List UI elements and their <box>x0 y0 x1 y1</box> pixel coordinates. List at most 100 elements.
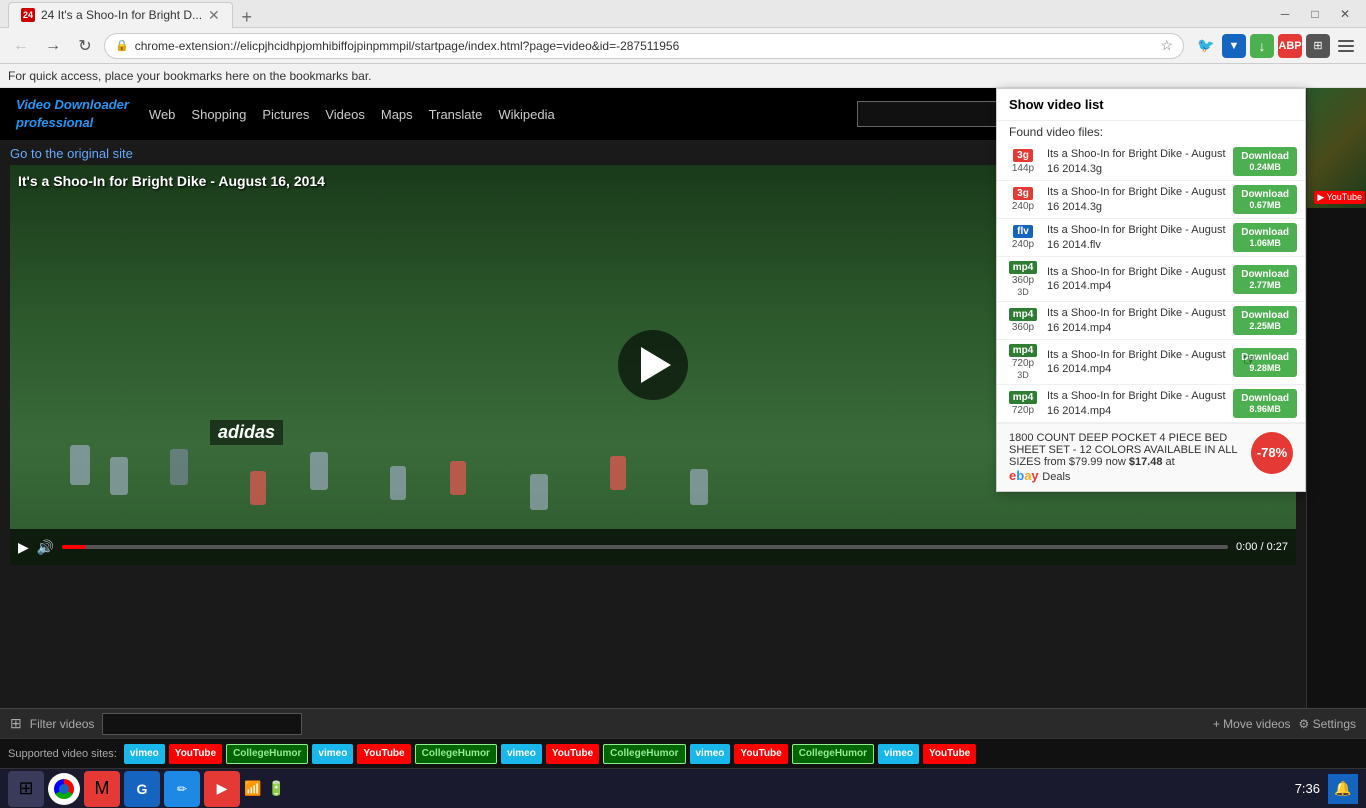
taskbar-clock: 7:36 <box>1295 781 1320 796</box>
clock-time: 7:36 <box>1295 781 1320 796</box>
reload-button[interactable]: ↻ <box>72 33 98 59</box>
download-icon[interactable]: ↓ <box>1250 34 1274 58</box>
format-type-3: flv <box>1013 225 1033 238</box>
filename-3: Its a Shoo-In for Bright Dike - August 1… <box>1047 223 1227 252</box>
video-controls: ▶ 🔊 0:00 / 0:27 <box>10 529 1296 565</box>
bookmarks-bar: For quick access, place your bookmarks h… <box>0 64 1366 88</box>
player-4 <box>250 471 266 505</box>
thumbnail-image[interactable]: ▶ YouTube <box>1307 88 1366 208</box>
close-button[interactable]: ✕ <box>1332 4 1358 24</box>
taskbar-gmail[interactable]: M <box>84 771 120 807</box>
video-row: mp4 360p Its a Shoo-In for Bright Dike -… <box>997 302 1305 340</box>
player-10 <box>690 469 708 505</box>
taskbar-youtube[interactable]: ▶ <box>204 771 240 807</box>
badge-youtube-5: YouTube <box>923 744 976 764</box>
nav-videos[interactable]: Videos <box>325 107 365 122</box>
format-badge-7: mp4 720p <box>1005 391 1041 416</box>
toolbar-icons: 🐦 ▼ ↓ ABP ⊞ <box>1194 34 1358 58</box>
video-title: It's a Shoo-In for Bright Dike - August … <box>18 173 325 189</box>
nav-pictures[interactable]: Pictures <box>262 107 309 122</box>
grid-icon[interactable]: ⊞ <box>10 715 22 732</box>
forward-button[interactable]: → <box>40 33 66 59</box>
twitter-icon[interactable]: 🐦 <box>1194 34 1218 58</box>
download-button-7[interactable]: Download8.96MB <box>1233 389 1297 418</box>
video-row: 3g 240p Its a Shoo-In for Bright Dike - … <box>997 181 1305 219</box>
taskbar-docs[interactable]: ✏ <box>164 771 200 807</box>
bookmarks-bar-text: For quick access, place your bookmarks h… <box>8 69 372 83</box>
nav-wikipedia[interactable]: Wikipedia <box>498 107 554 122</box>
lock-icon: 🔒 <box>115 39 129 52</box>
active-tab[interactable]: 24 24 It's a Shoo-In for Bright D... ✕ <box>8 2 233 28</box>
play-icon <box>641 347 671 383</box>
time-display: 0:00 / 0:27 <box>1236 541 1288 553</box>
panel-title: Show video list <box>997 89 1305 121</box>
youtube-logo: ▶ YouTube <box>1314 191 1365 204</box>
address-bar-container: ← → ↻ 🔒 chrome-extension://elicpjhcidhpj… <box>0 28 1366 64</box>
download-button-5[interactable]: Download2.25MB <box>1233 306 1297 335</box>
filter-label: Filter videos <box>30 717 95 731</box>
nav-translate[interactable]: Translate <box>429 107 483 122</box>
taskbar-sys-icons: 📶 🔋 <box>244 780 285 797</box>
progress-bar[interactable] <box>62 545 1228 549</box>
filename-7: Its a Shoo-In for Bright Dike - August 1… <box>1047 389 1227 418</box>
player-8 <box>530 474 548 510</box>
extension-icon-1[interactable]: ▼ <box>1222 34 1246 58</box>
badge-vimeo-3: vimeo <box>501 744 542 764</box>
taskbar-google[interactable]: G <box>124 771 160 807</box>
taskbar-start[interactable]: ⊞ <box>8 771 44 807</box>
video-row: mp4 360p 3D Its a Shoo-In for Bright Dik… <box>997 257 1305 302</box>
play-button[interactable] <box>618 330 688 400</box>
tab-close-button[interactable]: ✕ <box>208 7 220 24</box>
volume-button[interactable]: 🔊 <box>37 539 54 556</box>
right-thumbnail: ▶ YouTube <box>1306 88 1366 708</box>
badge-youtube-2: YouTube <box>357 744 410 764</box>
settings-button[interactable]: ⚙ Settings <box>1299 717 1356 731</box>
nav-web[interactable]: Web <box>149 107 176 122</box>
ebay-logo: ebay <box>1009 468 1042 483</box>
badge-vimeo-1: vimeo <box>124 744 165 764</box>
player-9 <box>610 456 626 490</box>
download-button-4[interactable]: Download2.77MB <box>1233 265 1297 294</box>
filter-input[interactable] <box>102 713 302 735</box>
minimize-button[interactable]: ─ <box>1272 4 1298 24</box>
tab-bar: 24 24 It's a Shoo-In for Bright D... ✕ + <box>8 0 261 28</box>
taskbar-chrome[interactable] <box>48 773 80 805</box>
nav-maps[interactable]: Maps <box>381 107 413 122</box>
nav-shopping[interactable]: Shopping <box>191 107 246 122</box>
move-videos-button[interactable]: + Move videos <box>1213 717 1291 731</box>
badge-college-4: CollegeHumor <box>792 744 874 764</box>
download-button-6[interactable]: Download9.28MB <box>1233 348 1297 377</box>
download-button-3[interactable]: Download1.06MB <box>1233 223 1297 252</box>
download-button-1[interactable]: Download0.24MB <box>1233 147 1297 176</box>
badge-vimeo-2: vimeo <box>312 744 353 764</box>
tab-title: 24 It's a Shoo-In for Bright D... <box>41 8 202 22</box>
taskbar-notify[interactable]: 🔔 <box>1328 774 1358 804</box>
play-control-button[interactable]: ▶ <box>18 539 29 556</box>
format-badge-4: mp4 360p 3D <box>1005 261 1041 297</box>
player-1 <box>70 445 90 485</box>
maximize-button[interactable]: □ <box>1302 4 1328 24</box>
format-res-3: 240p <box>1012 239 1034 250</box>
adblock-icon[interactable]: ABP <box>1278 34 1302 58</box>
badge-college-1: CollegeHumor <box>226 744 308 764</box>
format-badge-6: mp4 720p 3D <box>1005 344 1041 380</box>
extension-icon-2[interactable]: ⊞ <box>1306 34 1330 58</box>
address-bar[interactable]: 🔒 chrome-extension://elicpjhcidhpjomhibi… <box>104 33 1184 59</box>
logo-main: Video Downloader <box>16 97 129 112</box>
new-tab-button[interactable]: + <box>233 8 261 28</box>
format-res-7: 720p <box>1012 405 1034 416</box>
nav-links: Web Shopping Pictures Videos Maps Transl… <box>149 107 555 122</box>
player-7 <box>450 461 466 495</box>
site-logo: Video Downloader professional <box>16 96 129 132</box>
supported-sites-bar: Supported video sites: vimeo YouTube Col… <box>0 738 1366 768</box>
back-button[interactable]: ← <box>8 33 34 59</box>
download-button-2[interactable]: Download0.67MB <box>1233 185 1297 214</box>
filename-2: Its a Shoo-In for Bright Dike - August 1… <box>1047 185 1227 214</box>
thumb-bg <box>1307 88 1366 208</box>
format-type-4: mp4 <box>1009 261 1038 274</box>
bookmark-star-icon[interactable]: ☆ <box>1160 37 1173 54</box>
chrome-menu-button[interactable] <box>1334 34 1358 58</box>
format-type-5: mp4 <box>1009 308 1038 321</box>
format-3d-4: 3D <box>1017 287 1029 297</box>
filename-5: Its a Shoo-In for Bright Dike - August 1… <box>1047 306 1227 335</box>
